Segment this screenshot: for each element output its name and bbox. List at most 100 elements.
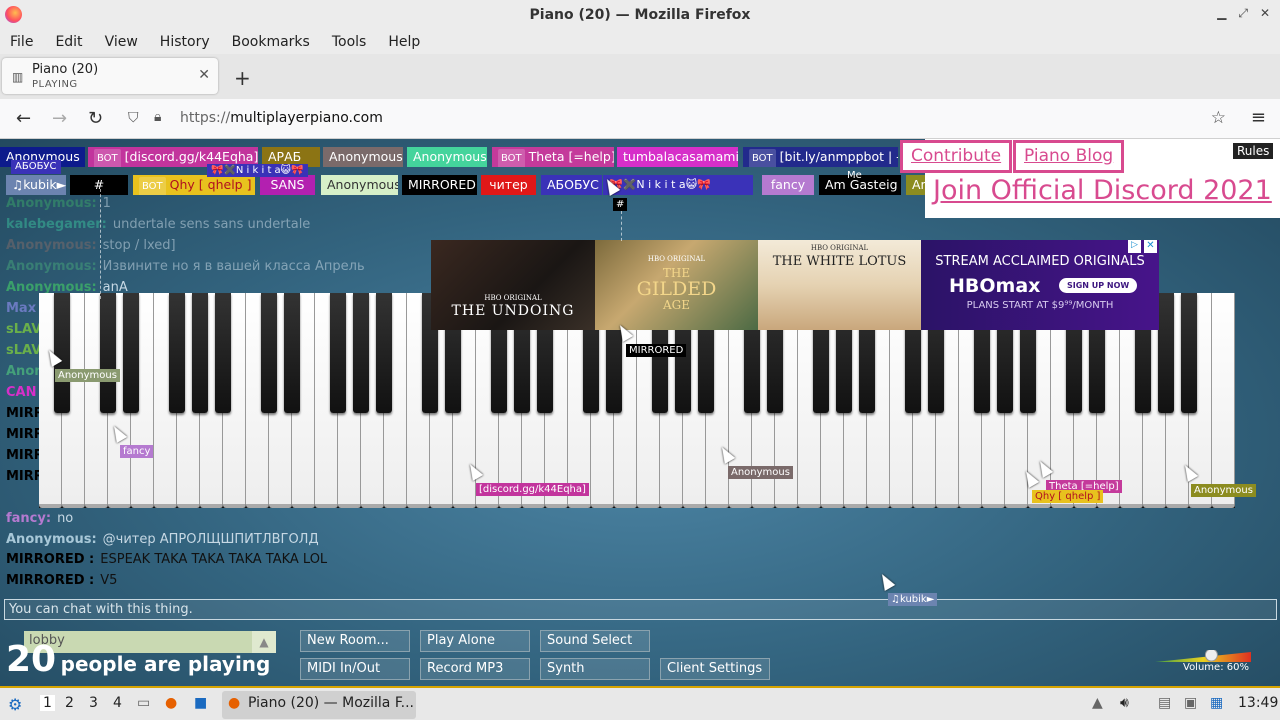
updates-icon[interactable]: ▦ [1210,695,1223,711]
ad-close-icon[interactable]: ✕ [1144,240,1157,253]
back-icon[interactable]: ← [16,108,31,129]
files-icon[interactable]: ▭ [137,695,150,711]
user-tag-abobus-small: АБОБУС [11,160,61,174]
piano-black-key[interactable] [330,293,346,413]
user-tag[interactable]: tumbalacasamami [617,147,738,167]
synth-button[interactable]: Synth [540,658,650,680]
bot-badge: BOT [749,149,776,167]
ad-sign-up-button[interactable]: SIGN UP NOW [1059,278,1138,293]
menu-view[interactable]: View [105,34,138,50]
close-icon[interactable]: ✕ [1260,6,1270,21]
piano-black-key[interactable] [353,293,369,413]
piano-blog-link[interactable]: Piano Blog [1013,140,1125,173]
taskbar: ⚙ 1 2 3 4 ▭ ● ■ ● Piano (20) — Mozilla F… [0,686,1280,720]
menu-file[interactable]: File [10,34,33,50]
tray-up-icon[interactable]: ▲ [1092,695,1103,711]
rules-button[interactable]: Rules [1233,143,1274,159]
url-bar[interactable]: ⛉ 🔒︎ https://multiplayerpiano.com ☆ [120,104,1238,134]
midi-in-out-button[interactable]: MIDI In/Out [300,658,410,680]
sound-select-button[interactable]: Sound Select [540,630,650,652]
menu-bookmarks[interactable]: Bookmarks [232,34,310,50]
user-tag[interactable]: Anonymous [323,147,403,167]
url-text[interactable]: https://multiplayerpiano.com [180,110,383,126]
firefox-launcher-icon[interactable]: ● [165,695,177,711]
shield-icon[interactable]: ⛉ [128,110,139,126]
forward-icon[interactable]: → [52,108,67,129]
piano-white-key[interactable] [1212,293,1235,508]
clipboard-icon[interactable]: ▤ [1158,695,1171,711]
user-tag[interactable]: BOT Qhy [ qhelp ] [133,175,255,195]
piano-black-key[interactable] [123,293,139,413]
chat-message: MIRRORED : V5 [6,573,117,588]
minimize-icon[interactable]: ▁ [1217,6,1226,21]
user-tag[interactable]: ♫kubik► [6,175,66,195]
player-count: 20 people are playing [6,639,270,680]
task-firefox-icon: ● [228,695,241,711]
reload-icon[interactable]: ↻ [88,108,103,129]
user-tag[interactable]: BOT Theta [=help] [492,147,614,167]
menu-history[interactable]: History [160,34,210,50]
chat-author: CAN [6,385,37,400]
display-icon[interactable]: ▣ [1184,695,1197,711]
chat-text: Извините но я в вашей класса Апрель [102,259,365,274]
lock-icon[interactable]: 🔒︎ [154,109,161,125]
piano-black-key[interactable] [100,293,116,413]
user-tag[interactable]: SANS [260,175,315,195]
user-tag[interactable]: # [70,175,128,195]
new-room-button[interactable]: New Room... [300,630,410,652]
menu-tools[interactable]: Tools [332,34,367,50]
user-tag[interactable]: fancy [762,175,814,195]
user-tag[interactable]: BOT[bit.ly/anmppbot | -h] [743,147,898,167]
piano-black-key[interactable] [192,293,208,413]
workspace-2[interactable]: 2 [65,695,74,711]
user-tag[interactable]: читер [481,175,536,195]
tab-piano[interactable]: ▥ Piano (20) PLAYING ✕ [2,58,218,94]
chat-message: fancy: no [6,511,73,526]
piano-black-key[interactable] [1181,293,1197,413]
terminal-icon[interactable]: ■ [194,695,207,711]
maximize-icon[interactable]: ⤢ [1238,6,1248,21]
piano-black-key[interactable] [1158,293,1174,413]
tab-close-icon[interactable]: ✕ [198,67,210,83]
piano-black-key[interactable] [261,293,277,413]
hamburger-menu-icon[interactable]: ≡ [1251,107,1266,128]
user-tag[interactable]: Anonymous [321,175,398,195]
chat-text: no [57,511,74,526]
volume-knob[interactable] [1204,648,1218,662]
play-alone-button[interactable]: Play Alone [420,630,530,652]
app-menu-icon[interactable]: ⚙ [8,695,22,714]
ad-panel-undoing[interactable]: HBO ORIGINAL THE UNDOING [431,240,595,330]
adchoices-icon[interactable]: ▷ [1128,240,1141,253]
piano-black-key[interactable] [215,293,231,413]
menu-help[interactable]: Help [388,34,420,50]
chat-message: CAN [6,385,42,400]
workspace-1[interactable]: 1 [40,695,55,711]
user-tag[interactable]: MIRRORED [402,175,477,195]
ad-title-age: AGE [662,298,690,312]
menu-edit[interactable]: Edit [55,34,82,50]
new-tab-icon[interactable]: + [234,66,251,90]
ad-panel-white-lotus[interactable]: HBO ORIGINAL THE WHITE LOTUS [758,240,921,330]
workspace-3[interactable]: 3 [89,695,98,711]
ad-title-undoing: THE UNDOING [451,303,575,319]
workspace-4[interactable]: 4 [113,695,122,711]
piano-black-key[interactable] [169,293,185,413]
chat-input[interactable]: You can chat with this thing. [4,599,1277,620]
client-settings-button[interactable]: Client Settings [660,658,770,680]
chat-message: Max [6,301,42,316]
contribute-link[interactable]: Contribute [900,140,1013,173]
bookmark-star-icon[interactable]: ☆ [1211,108,1226,128]
record-mp3-button[interactable]: Record MP3 [420,658,530,680]
user-tag-nikita[interactable]: 🎀✖️N i k i t a😺🎀 [603,175,753,195]
discord-link[interactable]: Join Official Discord 2021 [933,175,1272,206]
piano-black-key[interactable] [284,293,300,413]
user-tag[interactable]: АБОБУС [541,175,602,195]
user-tag[interactable]: Anonymous [407,147,487,167]
ad-title-gilded: GILDED [636,278,717,300]
volume-icon[interactable]: 🔊︎ [1120,695,1129,711]
ad-panel-hbomax[interactable]: STREAM ACCLAIMED ORIGINALS HBOmax SIGN U… [921,240,1159,330]
chat-text: @читер АПРОЛЩШПИТЛВГОЛД [102,532,319,547]
piano-black-key[interactable] [376,293,392,413]
hbo-max-ad-banner[interactable]: HBO ORIGINAL THE UNDOING HBO ORIGINAL TH… [431,240,1159,330]
ad-panel-gilded-age[interactable]: HBO ORIGINAL THE GILDED AGE [595,240,758,330]
